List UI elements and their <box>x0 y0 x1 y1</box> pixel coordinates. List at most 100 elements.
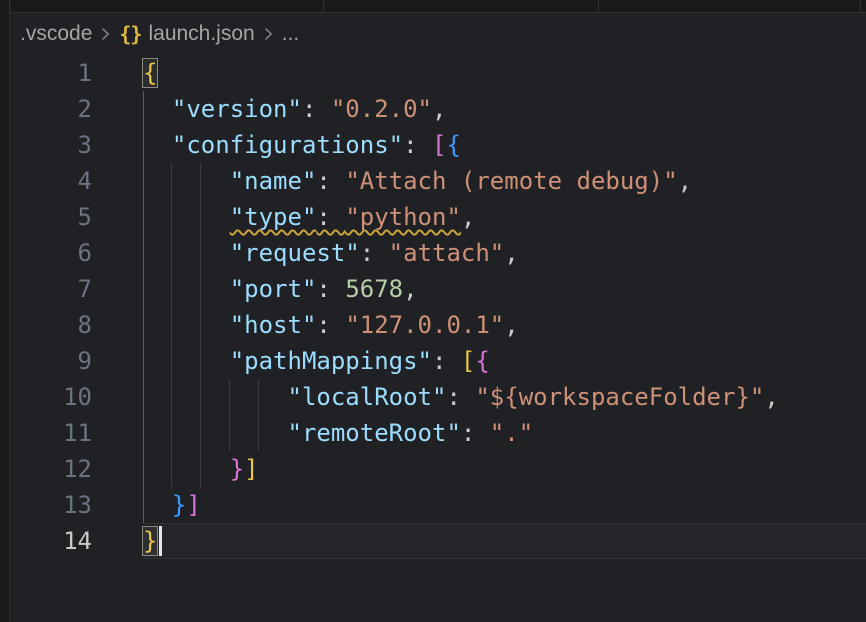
indent-guide <box>200 451 201 487</box>
code-token: , <box>504 311 518 339</box>
code-token <box>143 455 230 483</box>
code-line-content[interactable]: } <box>143 523 866 559</box>
bracket-scope-guide <box>143 163 144 199</box>
code-line-content[interactable]: "version": "0.2.0", <box>143 91 866 127</box>
line-number[interactable]: 6 <box>11 235 143 271</box>
bracket-scope-guide <box>143 415 144 451</box>
code-line-content[interactable]: "localRoot": "${workspaceFolder}", <box>143 379 866 415</box>
code-line-content[interactable]: "pathMappings": [{ <box>143 343 866 379</box>
code-line-3[interactable]: 3 "configurations": [{ <box>11 127 866 163</box>
code-line-6[interactable]: 6 "request": "attach", <box>11 235 866 271</box>
code-line-content[interactable]: { <box>143 55 866 91</box>
code-token <box>143 275 230 303</box>
line-number[interactable]: 12 <box>11 451 143 487</box>
code-line-content[interactable]: "port": 5678, <box>143 271 866 307</box>
breadcrumb-file[interactable]: {} launch.json <box>119 22 254 46</box>
code-token: : <box>316 275 345 303</box>
code-token: : <box>360 239 389 267</box>
code-line-14[interactable]: 14} <box>11 523 866 559</box>
indent-guide <box>200 271 201 307</box>
code-line-2[interactable]: 2 "version": "0.2.0", <box>11 91 866 127</box>
code-line-5[interactable]: 5 "type": "python", <box>11 199 866 235</box>
code-line-10[interactable]: 10 "localRoot": "${workspaceFolder}", <box>11 379 866 415</box>
code-editor[interactable]: 1{2 "version": "0.2.0",3 "configurations… <box>11 55 866 622</box>
indent-guide <box>171 199 172 235</box>
code-line-content[interactable]: "remoteRoot": "." <box>143 415 866 451</box>
code-line-content[interactable]: }] <box>143 451 866 487</box>
code-token: "localRoot" <box>288 383 447 411</box>
code-token: "port" <box>230 275 317 303</box>
code-token: , <box>461 203 475 231</box>
code-line-content[interactable]: "host": "127.0.0.1", <box>143 307 866 343</box>
indent-guide <box>171 451 172 487</box>
code-token <box>143 491 172 519</box>
code-token: "host" <box>230 311 317 339</box>
code-token: [ <box>461 347 475 375</box>
breadcrumb: .vscode {} launch.json ... <box>11 13 866 55</box>
code-line-content[interactable]: "configurations": [{ <box>143 127 866 163</box>
code-line-13[interactable]: 13 }] <box>11 487 866 523</box>
code-line-12[interactable]: 12 }] <box>11 451 866 487</box>
bracket-match-highlight: } <box>143 527 157 555</box>
code-token: ] <box>244 455 258 483</box>
indent-guide <box>171 307 172 343</box>
tab-divider <box>323 0 324 12</box>
line-number[interactable]: 14 <box>11 523 143 559</box>
code-token <box>143 419 288 447</box>
code-line-content[interactable]: }] <box>143 487 866 523</box>
code-token: "${workspaceFolder}" <box>475 383 764 411</box>
code-line-8[interactable]: 8 "host": "127.0.0.1", <box>11 307 866 343</box>
line-number[interactable]: 8 <box>11 307 143 343</box>
line-number[interactable]: 3 <box>11 127 143 163</box>
indent-guide <box>229 415 230 451</box>
code-line-content[interactable]: "request": "attach", <box>143 235 866 271</box>
tab-bar[interactable] <box>11 0 866 13</box>
code-token: , <box>403 275 417 303</box>
line-number[interactable]: 1 <box>11 55 143 91</box>
line-number[interactable]: 11 <box>11 415 143 451</box>
indent-guide <box>200 343 201 379</box>
code-token: } <box>230 455 244 483</box>
code-token: "127.0.0.1" <box>345 311 504 339</box>
indent-guide <box>200 307 201 343</box>
code-line-1[interactable]: 1{ <box>11 55 866 91</box>
code-token <box>143 383 288 411</box>
bracket-scope-guide <box>143 451 144 487</box>
line-number[interactable]: 5 <box>11 199 143 235</box>
line-number[interactable]: 4 <box>11 163 143 199</box>
bracket-scope-guide <box>143 127 144 163</box>
code-token: { <box>475 347 489 375</box>
code-line-content[interactable]: "name": "Attach (remote debug)", <box>143 163 866 199</box>
code-token: "attach" <box>389 239 505 267</box>
line-number[interactable]: 9 <box>11 343 143 379</box>
breadcrumb-file-label: launch.json <box>148 22 254 46</box>
line-number[interactable]: 7 <box>11 271 143 307</box>
code-token <box>143 239 230 267</box>
code-token: : <box>432 347 461 375</box>
indent-guide <box>171 343 172 379</box>
bracket-scope-guide <box>143 343 144 379</box>
chevron-right-icon <box>263 23 274 45</box>
code-token: : <box>461 419 490 447</box>
code-line-content[interactable]: "type": "python", <box>143 199 866 235</box>
warning-squiggle: "type": "python" <box>230 203 461 231</box>
bracket-scope-guide <box>143 235 144 271</box>
indent-guide <box>200 163 201 199</box>
indent-guide <box>200 415 201 451</box>
line-number[interactable]: 10 <box>11 379 143 415</box>
code-line-4[interactable]: 4 "name": "Attach (remote debug)", <box>11 163 866 199</box>
indent-guide <box>171 235 172 271</box>
indent-guide <box>200 199 201 235</box>
code-line-7[interactable]: 7 "port": 5678, <box>11 271 866 307</box>
breadcrumb-symbol[interactable]: ... <box>282 22 300 46</box>
code-line-11[interactable]: 11 "remoteRoot": "." <box>11 415 866 451</box>
breadcrumb-folder[interactable]: .vscode <box>20 22 92 46</box>
bracket-scope-guide <box>143 271 144 307</box>
code-token: "name" <box>230 167 317 195</box>
line-number[interactable]: 2 <box>11 91 143 127</box>
line-number[interactable]: 13 <box>11 487 143 523</box>
bracket-scope-guide <box>143 487 144 523</box>
code-line-9[interactable]: 9 "pathMappings": [{ <box>11 343 866 379</box>
code-token: } <box>172 491 186 519</box>
code-token: [ <box>432 131 446 159</box>
